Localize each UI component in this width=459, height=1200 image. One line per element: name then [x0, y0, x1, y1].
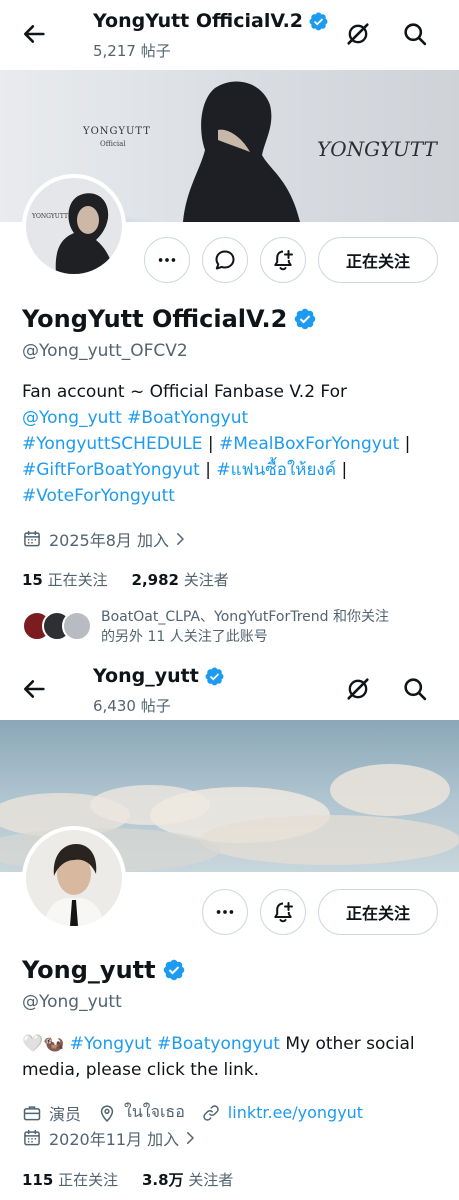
- notification-button[interactable]: [260, 889, 306, 935]
- notification-bell-plus-icon: [271, 248, 295, 272]
- followers-stat[interactable]: 3.8万 关注者: [142, 1171, 233, 1189]
- banner-text-right: YONGYUTT: [317, 137, 438, 161]
- grok-icon[interactable]: [344, 20, 372, 48]
- avatar[interactable]: [22, 826, 126, 930]
- following-button[interactable]: 正在关注: [318, 889, 438, 935]
- bio-text: Fan account ~ Official Fanbase V.2 For: [22, 382, 347, 402]
- avatar-text: YONGYUTT: [31, 213, 68, 220]
- followed-by-text[interactable]: BoatOat_CLPA、YongYutForTrend 和你关注 的另外 11…: [101, 607, 441, 647]
- location-pin-icon: [97, 1103, 117, 1123]
- bio: 🤍🦦 #Yongyut #Boatyongyut My other social…: [22, 1031, 432, 1083]
- joined-date[interactable]: 2020年11月 加入: [22, 1126, 199, 1150]
- followers-label: 关注者: [188, 1171, 234, 1189]
- bio-hashtag[interactable]: #GiftForBoatYongyut: [22, 460, 200, 480]
- calendar-icon: [22, 529, 42, 549]
- bio-hashtag[interactable]: #Boatyongyut: [157, 1034, 280, 1054]
- display-name-text: Yong_yutt: [22, 956, 156, 984]
- verified-badge-icon: [162, 958, 186, 982]
- bio-text: My other social: [279, 1034, 415, 1054]
- bio: Fan account ~ Official Fanbase V.2 For @…: [22, 379, 432, 509]
- bio-separator: |: [199, 460, 217, 480]
- grok-icon[interactable]: [344, 675, 372, 703]
- display-name-text: YongYutt OfficialV.2: [22, 305, 288, 333]
- message-icon: [213, 248, 237, 272]
- header-name: Yong_yutt: [93, 665, 199, 687]
- followed-by-line1: BoatOat_CLPA、YongYutForTrend 和你关注: [101, 609, 389, 625]
- bio-hashtag[interactable]: #YongyuttSCHEDULE: [22, 434, 202, 454]
- following-stat[interactable]: 115 正在关注: [22, 1171, 118, 1189]
- following-button[interactable]: 正在关注: [318, 237, 438, 283]
- followed-by-line2: 的另外 11 人关注了此账号: [101, 629, 268, 645]
- bio-separator: |: [336, 460, 348, 480]
- following-count: 15: [22, 571, 43, 589]
- bio-text: media, please click the link.: [22, 1060, 260, 1080]
- banner-text-left-bottom: Official: [100, 140, 126, 148]
- bio-hashtag[interactable]: #MealBoxForYongyut: [219, 434, 399, 454]
- header-name: YongYutt OfficialV.2: [93, 10, 304, 32]
- followers-label: 关注者: [183, 571, 229, 589]
- profile-meta: 演员 ในใจเธอ linktr.ee/yongyut: [22, 1100, 363, 1125]
- chevron-right-icon: [171, 530, 189, 548]
- bio-separator: |: [202, 434, 219, 454]
- display-name: Yong_yutt: [22, 956, 186, 984]
- followers-count: 3.8万: [141, 1171, 184, 1189]
- profile-yong-yutt: Yong_yutt 6,430 帖子 正在关注 Yong_yutt @Yong_…: [0, 655, 459, 1200]
- notification-bell-plus-icon: [271, 900, 295, 924]
- user-handle: @Yong_yutt_OFCV2: [22, 341, 188, 361]
- bio-hashtag[interactable]: #แฟนซื้อให้ยงค์: [216, 460, 336, 480]
- profession-text: 演员: [49, 1104, 82, 1124]
- banner-text-left-top: YONGYUTT: [82, 126, 151, 137]
- post-count: 6,430 帖子: [93, 697, 171, 715]
- location-text: ในใจเธอ: [124, 1102, 185, 1121]
- profile-yongyutt-official: YongYutt OfficialV.2 5,217 帖子 YONGYUTT O…: [0, 0, 459, 655]
- bio-hashtag[interactable]: #VoteForYongyutt: [22, 486, 175, 506]
- bio-hashtag[interactable]: #Yongyut: [70, 1034, 152, 1054]
- user-handle: @Yong_yutt: [22, 992, 122, 1012]
- joined-text: 2020年11月 加入: [49, 1130, 180, 1149]
- bio-emoji: 🤍🦦: [22, 1034, 65, 1054]
- message-button[interactable]: [202, 237, 248, 283]
- joined-date[interactable]: 2025年8月 加入: [22, 527, 189, 551]
- website-link[interactable]: linktr.ee/yongyut: [228, 1103, 363, 1122]
- header-title: Yong_yutt: [93, 665, 225, 687]
- verified-badge-icon: [293, 307, 317, 331]
- following-count: 115: [22, 1171, 54, 1189]
- bio-link[interactable]: @Yong_yutt: [22, 408, 122, 428]
- chevron-right-icon: [181, 1129, 199, 1147]
- verified-badge-icon: [308, 11, 329, 32]
- calendar-icon: [22, 1128, 42, 1148]
- following-stat[interactable]: 15 正在关注: [22, 571, 108, 589]
- avatar[interactable]: YONGYUTT: [22, 174, 126, 278]
- top-bar: Yong_yutt 6,430 帖子: [0, 655, 459, 725]
- followers-stat[interactable]: 2,982 关注者: [132, 571, 229, 589]
- link-icon: [201, 1103, 221, 1123]
- top-bar: YongYutt OfficialV.2 5,217 帖子: [0, 0, 459, 70]
- more-icon: [214, 901, 236, 923]
- followers-count: 2,982: [131, 571, 179, 589]
- verified-badge-icon: [204, 666, 225, 687]
- briefcase-icon: [22, 1103, 42, 1123]
- joined-text: 2025年8月 加入: [49, 531, 169, 550]
- follow-stats: 115 正在关注 3.8万 关注者: [22, 1169, 233, 1190]
- more-icon: [156, 249, 178, 271]
- avatar: [62, 611, 92, 641]
- back-arrow-icon[interactable]: [20, 675, 48, 703]
- more-button[interactable]: [144, 237, 190, 283]
- bio-hashtag[interactable]: #BoatYongyut: [127, 408, 248, 428]
- search-icon[interactable]: [401, 675, 429, 703]
- following-label: 正在关注: [47, 571, 108, 589]
- search-icon[interactable]: [401, 20, 429, 48]
- display-name: YongYutt OfficialV.2: [22, 305, 317, 333]
- follow-stats: 15 正在关注 2,982 关注者: [22, 569, 229, 590]
- bio-separator: |: [399, 434, 411, 454]
- back-arrow-icon[interactable]: [20, 20, 48, 48]
- more-button[interactable]: [202, 889, 248, 935]
- followed-by-avatars[interactable]: [22, 611, 102, 645]
- following-label: 正在关注: [58, 1171, 119, 1189]
- header-title: YongYutt OfficialV.2: [93, 10, 329, 32]
- post-count: 5,217 帖子: [93, 42, 171, 60]
- notification-button[interactable]: [260, 237, 306, 283]
